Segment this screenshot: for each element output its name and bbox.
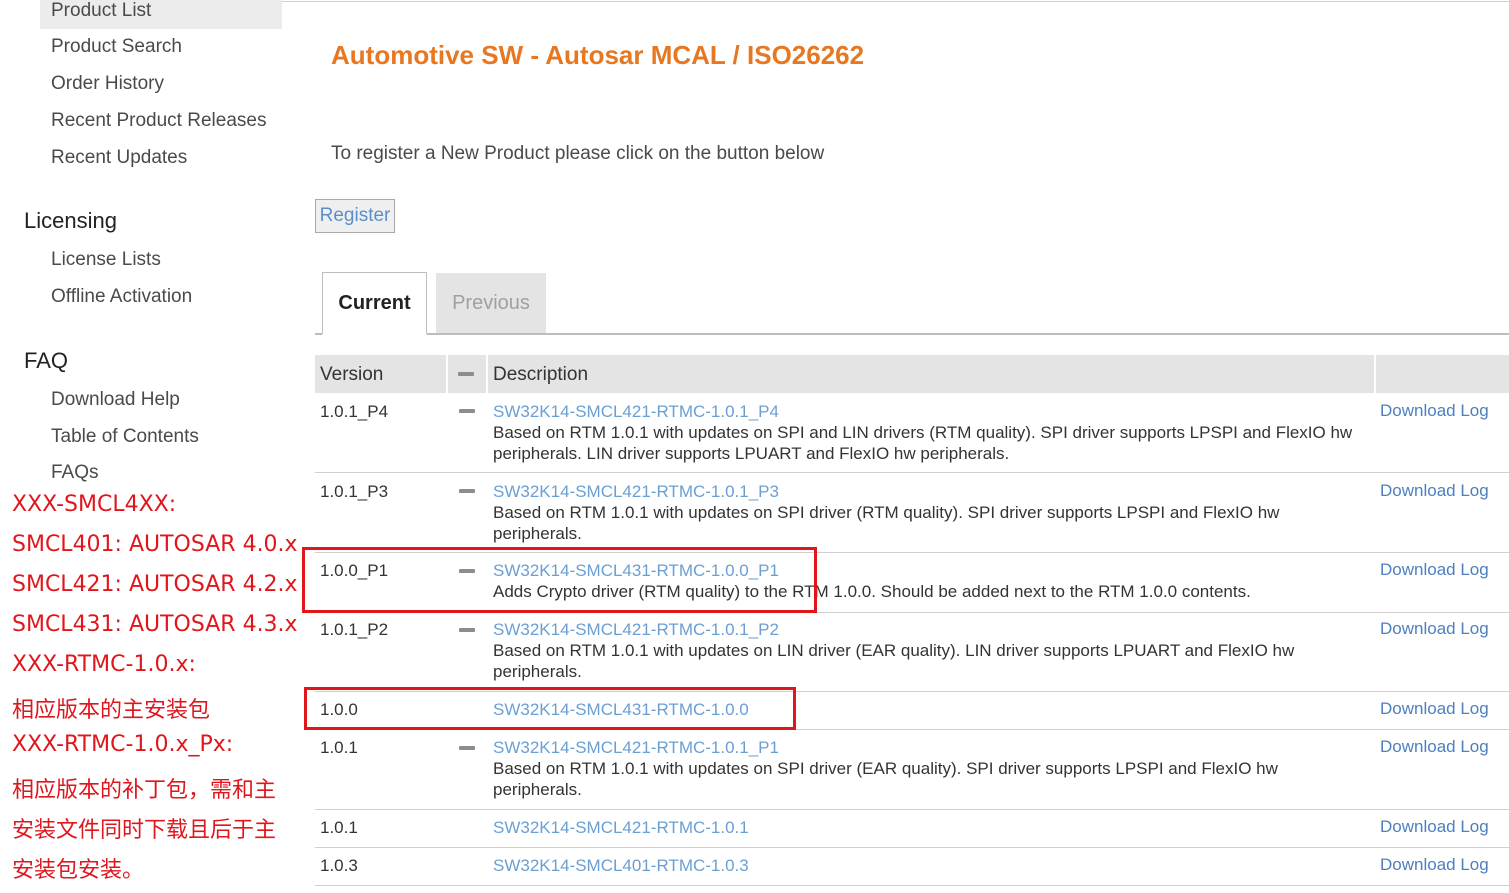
- description-cell: SW32K14-SMCL421-RTMC-1.0.1: [493, 817, 1353, 838]
- sidebar-heading-faq: FAQ: [24, 348, 69, 373]
- product-link[interactable]: SW32K14-SMCL421-RTMC-1.0.1_P1: [493, 737, 1353, 758]
- column-header-version[interactable]: Version: [320, 355, 383, 393]
- annotation-line: 安装包安装。: [12, 858, 145, 883]
- product-link[interactable]: SW32K14-SMCL421-RTMC-1.0.1_P4: [493, 401, 1353, 422]
- tab-previous[interactable]: Previous: [436, 273, 546, 333]
- version-cell: 1.0.1: [320, 738, 358, 757]
- table-row: 1.0.1_P2 SW32K14-SMCL421-RTMC-1.0.1_P2 B…: [315, 613, 1509, 692]
- column-header-description[interactable]: Description: [493, 355, 588, 393]
- annotation-line: 相应版本的补丁包，需和主: [12, 778, 277, 803]
- product-description: Based on RTM 1.0.1 with updates on LIN d…: [493, 641, 1295, 681]
- column-separator: [446, 355, 448, 393]
- download-log-link[interactable]: Download Log: [1380, 560, 1489, 580]
- annotation-line: 安装文件同时下载且后于主: [12, 818, 277, 843]
- collapse-all-icon[interactable]: [458, 372, 474, 376]
- download-log-link[interactable]: Download Log: [1380, 817, 1489, 837]
- tabs-divider: [315, 333, 1509, 335]
- product-description: Based on RTM 1.0.1 with updates on SPI a…: [493, 423, 1353, 463]
- page-title: Automotive SW - Autosar MCAL / ISO26262: [331, 40, 865, 70]
- product-link[interactable]: SW32K14-SMCL401-RTMC-1.0.3: [493, 855, 1353, 876]
- top-divider: [282, 1, 1509, 2]
- sidebar-item-offline-activation[interactable]: Offline Activation: [40, 279, 282, 315]
- annotation-line: XXX-SMCL4XX:: [12, 492, 177, 517]
- annotation-line: 相应版本的主安装包: [12, 698, 211, 723]
- download-log-link[interactable]: Download Log: [1380, 737, 1489, 757]
- collapse-row-icon[interactable]: [459, 489, 475, 493]
- tab-current[interactable]: Current: [322, 272, 427, 335]
- version-cell: 1.0.1_P4: [320, 402, 389, 421]
- download-log-link[interactable]: Download Log: [1380, 855, 1489, 875]
- download-log-link[interactable]: Download Log: [1380, 481, 1489, 501]
- description-cell: SW32K14-SMCL421-RTMC-1.0.1_P2 Based on R…: [493, 619, 1353, 682]
- register-button[interactable]: Register: [315, 199, 395, 233]
- description-cell: SW32K14-SMCL421-RTMC-1.0.1_P3 Based on R…: [493, 481, 1353, 544]
- description-cell: SW32K14-SMCL421-RTMC-1.0.1_P4 Based on R…: [493, 401, 1353, 464]
- product-description: Based on RTM 1.0.1 with updates on SPI d…: [493, 759, 1278, 799]
- product-link[interactable]: SW32K14-SMCL421-RTMC-1.0.1: [493, 817, 1353, 838]
- column-separator: [486, 355, 488, 393]
- product-description: Based on RTM 1.0.1 with updates on SPI d…: [493, 503, 1280, 543]
- description-cell: SW32K14-SMCL421-RTMC-1.0.1_P1 Based on R…: [493, 737, 1353, 800]
- collapse-row-icon[interactable]: [459, 628, 475, 632]
- collapse-row-icon[interactable]: [459, 746, 475, 750]
- annotation-line: SMCL401: AUTOSAR 4.0.x: [12, 532, 298, 557]
- sidebar-item-order-history[interactable]: Order History: [40, 66, 282, 102]
- sidebar-item-product-list[interactable]: Product List: [40, 0, 282, 29]
- annotation-line: SMCL431: AUTOSAR 4.3.x: [12, 612, 298, 637]
- version-cell: 1.0.1_P3: [320, 482, 389, 501]
- sidebar-item-faqs[interactable]: FAQs: [40, 455, 282, 491]
- table-row: 1.0.1 SW32K14-SMCL421-RTMC-1.0.1_P1 Base…: [315, 730, 1509, 810]
- sidebar-item-license-lists[interactable]: License Lists: [40, 242, 282, 278]
- highlight-box: [302, 547, 817, 613]
- register-instructions: To register a New Product please click o…: [331, 143, 825, 164]
- sidebar-item-table-of-contents[interactable]: Table of Contents: [40, 419, 282, 455]
- highlight-box: [304, 687, 796, 730]
- table-row: 1.0.1_P4 SW32K14-SMCL421-RTMC-1.0.1_P4 B…: [315, 393, 1509, 473]
- table-header: Version Description: [315, 355, 1509, 393]
- description-cell: SW32K14-SMCL401-RTMC-1.0.3: [493, 855, 1353, 876]
- download-log-link[interactable]: Download Log: [1380, 619, 1489, 639]
- table-row: 1.0.1 SW32K14-SMCL421-RTMC-1.0.1 Downloa…: [315, 810, 1509, 848]
- collapse-row-icon[interactable]: [459, 409, 475, 413]
- sidebar-item-recent-updates[interactable]: Recent Updates: [40, 140, 282, 176]
- product-link[interactable]: SW32K14-SMCL421-RTMC-1.0.1_P3: [493, 481, 1353, 502]
- download-log-link[interactable]: Download Log: [1380, 699, 1489, 719]
- sidebar-item-product-search[interactable]: Product Search: [40, 29, 282, 65]
- column-separator: [1374, 355, 1376, 393]
- download-log-link[interactable]: Download Log: [1380, 401, 1489, 421]
- version-cell: 1.0.3: [320, 856, 358, 875]
- table-row: 1.0.1_P3 SW32K14-SMCL421-RTMC-1.0.1_P3 B…: [315, 473, 1509, 553]
- sidebar-item-recent-product-releases[interactable]: Recent Product Releases: [40, 103, 282, 139]
- sidebar-item-download-help[interactable]: Download Help: [40, 382, 282, 418]
- annotation-line: XXX-RTMC-1.0.x:: [12, 652, 196, 677]
- version-cell: 1.0.1_P2: [320, 620, 389, 639]
- product-link[interactable]: SW32K14-SMCL421-RTMC-1.0.1_P2: [493, 619, 1353, 640]
- sidebar-heading-licensing: Licensing: [24, 208, 117, 233]
- version-cell: 1.0.1: [320, 818, 358, 837]
- sidebar: Product List Product Search Order Histor…: [0, 0, 300, 893]
- annotation-line: XXX-RTMC-1.0.x_Px:: [12, 732, 234, 757]
- annotation-line: SMCL421: AUTOSAR 4.2.x: [12, 572, 298, 597]
- table-row: 1.0.3 SW32K14-SMCL401-RTMC-1.0.3 Downloa…: [315, 848, 1509, 886]
